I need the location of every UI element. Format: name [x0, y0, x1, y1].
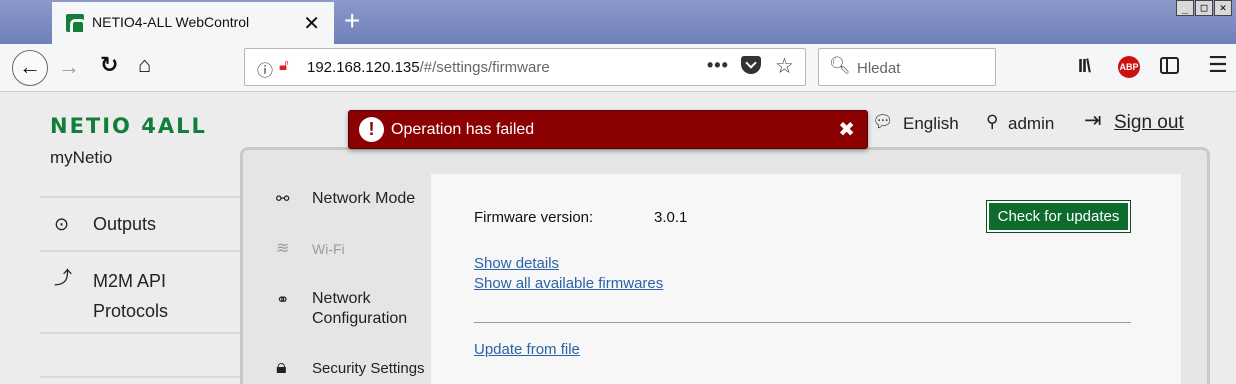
m2m-icon: ⤴: [54, 268, 72, 288]
back-button[interactable]: ←: [12, 50, 48, 86]
url-text[interactable]: 192.168.120.135/#/settings/firmware: [307, 59, 550, 76]
url-bar[interactable]: ⓘ 🔓︎ 192.168.120.135/#/settings/firmware…: [244, 48, 806, 86]
pocket-icon[interactable]: [741, 56, 761, 74]
menu-item-network-config[interactable]: Network Configuration: [312, 289, 407, 329]
search-icon: 🔍︎: [829, 56, 851, 75]
tab-title: NETIO4-ALL WebControl: [92, 14, 250, 30]
update-from-file-link[interactable]: Update from file: [474, 341, 580, 358]
sidebar-item-m2m[interactable]: M2M API Protocols: [93, 266, 168, 326]
sidebar-divider: [40, 332, 240, 334]
search-placeholder: Hledat: [857, 60, 901, 77]
wifi-icon: ≋: [276, 240, 290, 257]
menu-item-security-settings[interactable]: Security Settings: [312, 359, 425, 379]
browser-navbar: ← → ↻ ⌂ ⓘ 🔓︎ 192.168.120.135/#/settings/…: [0, 44, 1236, 92]
menu-item-network-config-line2: Configuration: [312, 310, 408, 327]
maximize-button[interactable]: □: [1195, 0, 1213, 16]
url-host: 192.168.120.135: [307, 59, 420, 76]
new-tab-button[interactable]: +: [344, 7, 360, 35]
sidebar-item-m2m-line1: M2M API: [93, 271, 167, 291]
firmware-version-value: 3.0.1: [654, 209, 688, 226]
minimize-button[interactable]: _: [1176, 0, 1194, 16]
adblock-plus-icon[interactable]: ABP: [1118, 56, 1140, 78]
sign-out-icon: ⇥: [1084, 109, 1102, 132]
check-for-updates-button[interactable]: Check for updates: [986, 200, 1131, 233]
user-icon: ⚲: [986, 112, 999, 131]
content-divider: [474, 322, 1131, 323]
search-bar[interactable]: 🔍︎ Hledat: [818, 48, 996, 86]
show-all-firmwares-link[interactable]: Show all available firmwares: [474, 275, 663, 292]
tab-close-icon[interactable]: ✕: [303, 11, 320, 36]
window-controls: _ □ ✕: [1176, 0, 1232, 16]
lock-icon: 🔒︎: [276, 356, 287, 378]
toast-close-icon[interactable]: ✖: [838, 117, 855, 142]
error-toast: ! Operation has failed ✖: [348, 110, 868, 149]
sidebar-divider: [40, 376, 240, 378]
toast-message: Operation has failed: [391, 121, 535, 138]
sidebar-divider: [40, 250, 240, 252]
sign-out-link[interactable]: Sign out: [1114, 112, 1184, 134]
device-name: myNetio: [50, 148, 113, 167]
sidebar-icon[interactable]: [1160, 57, 1179, 74]
library-icon[interactable]: II\: [1078, 56, 1091, 77]
sidebar-item-m2m-line2: Protocols: [93, 301, 169, 321]
home-button[interactable]: ⌂: [138, 52, 151, 78]
firmware-content: Firmware version: 3.0.1 Check for update…: [431, 174, 1181, 384]
menu-item-network-mode[interactable]: Network Mode: [312, 189, 415, 209]
insecure-lock-icon[interactable]: 🔓︎: [279, 57, 289, 74]
show-details-link[interactable]: Show details: [474, 255, 559, 272]
close-window-button[interactable]: ✕: [1214, 0, 1232, 16]
browser-tab[interactable]: NETIO4-ALL WebControl ✕: [52, 2, 334, 44]
netio-favicon-icon: [66, 14, 86, 35]
menu-item-network-config-line1: Network: [312, 290, 371, 307]
firmware-version-label: Firmware version:: [474, 209, 594, 226]
plug-icon: ⊙: [54, 214, 70, 234]
reload-button[interactable]: ↻: [100, 52, 118, 78]
forward-button[interactable]: →: [58, 54, 80, 80]
bookmark-star-icon[interactable]: ☆: [775, 54, 794, 79]
url-path: /#/settings/firmware: [419, 59, 550, 76]
network-mode-icon: ⚯: [276, 191, 290, 208]
menu-item-wifi[interactable]: Wi-Fi: [312, 239, 345, 259]
menu-icon[interactable]: ☰: [1208, 52, 1228, 78]
language-selector[interactable]: English: [903, 114, 959, 134]
sidebar-divider: [40, 196, 240, 198]
site-info-icon[interactable]: ⓘ: [257, 57, 273, 81]
netio-logo: NETIO 4ALL: [50, 114, 207, 138]
page-actions-icon[interactable]: •••: [707, 55, 729, 76]
language-icon: 💬︎: [872, 112, 894, 131]
error-icon: !: [359, 117, 384, 142]
browser-titlebar: NETIO4-ALL WebControl ✕ + _ □ ✕: [0, 0, 1236, 44]
network-config-icon: ⚭: [276, 292, 290, 309]
user-name[interactable]: admin: [1008, 114, 1054, 134]
sidebar-item-outputs[interactable]: Outputs: [93, 214, 156, 235]
